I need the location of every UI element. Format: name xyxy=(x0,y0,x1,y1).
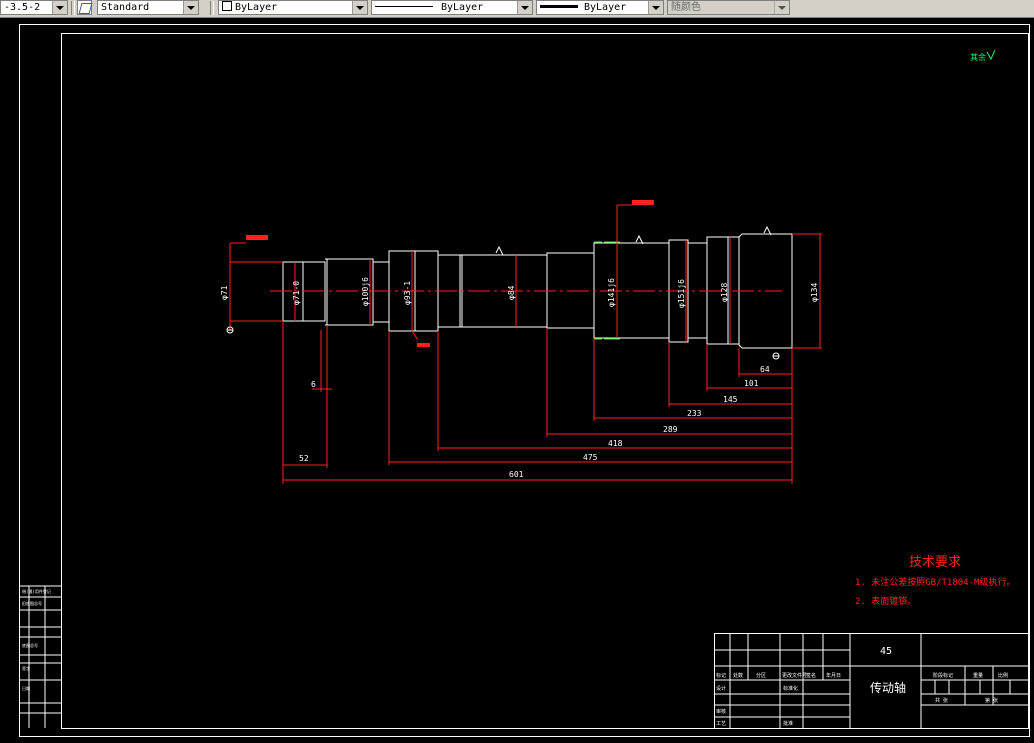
side-table xyxy=(19,585,61,728)
roughness-note: 其余 xyxy=(970,52,986,62)
lineweight-preview-icon xyxy=(540,5,578,8)
toolbar-separator xyxy=(71,1,75,15)
textstyle-value: Standard xyxy=(101,2,150,13)
tb-label: 共 张 xyxy=(935,697,948,704)
linetype-select[interactable]: ByLayer xyxy=(371,0,533,15)
side-label: 旧底图总号 xyxy=(22,600,42,606)
tech-requirement-item: 1. 未注公差按照GB/T1804-M级执行。 xyxy=(855,576,1015,588)
length-dimensions xyxy=(282,321,793,484)
diameter-label: φ71-0 xyxy=(292,281,301,305)
length-label: 64 xyxy=(760,365,770,374)
diameter-label: φ84 xyxy=(507,285,516,300)
tb-label: 处数 xyxy=(733,672,743,679)
tb-label: 更改文件号 xyxy=(782,672,807,679)
outer-frame xyxy=(19,24,1030,737)
dimstyle-select[interactable]: -3.5-2 xyxy=(0,0,68,15)
tb-label: 签名 xyxy=(806,672,816,679)
length-label: 475 xyxy=(583,453,598,462)
diameter-label: φ93-1 xyxy=(403,281,412,305)
plotstyle-select[interactable]: 随颜色 xyxy=(667,0,790,15)
length-label: 289 xyxy=(663,425,678,434)
diameter-label: φ141j6 xyxy=(607,278,616,307)
roughness-symbol-icon xyxy=(986,49,996,61)
diameter-label: φ151j6 xyxy=(677,279,686,308)
tb-label: 第 张 xyxy=(985,697,998,704)
chevron-down-icon[interactable] xyxy=(648,1,663,14)
tb-label: 审核 xyxy=(716,708,726,715)
side-label: 借(通)用件登记 xyxy=(22,588,51,594)
properties-toolbar: -3.5-2 Standard ByLayer ByLayer ByLayer … xyxy=(0,0,1034,18)
tb-label: 标准化 xyxy=(783,685,798,692)
length-label: 601 xyxy=(509,470,524,479)
tolerance-tags xyxy=(246,200,654,347)
lineweight-select[interactable]: ByLayer xyxy=(536,0,664,15)
tb-label: 比例 xyxy=(998,672,1008,679)
chevron-down-icon[interactable] xyxy=(352,1,367,14)
tb-label: 设计 xyxy=(716,685,726,692)
tb-label: 工艺 xyxy=(716,721,726,727)
model-space-canvas[interactable]: 借(通)用件登记 旧底图总号 底图总号 签字 日期 其余 φ71 φ71-0 φ… xyxy=(0,17,1034,739)
drawing-svg: 借(通)用件登记 旧底图总号 底图总号 签字 日期 其余 φ71 φ71-0 φ… xyxy=(19,24,1030,737)
inner-frame xyxy=(61,33,1029,729)
diameter-label: φ71 xyxy=(220,285,229,300)
tb-label: 标记 xyxy=(716,672,726,679)
part-name: 传动轴 xyxy=(870,680,906,695)
chevron-down-icon[interactable] xyxy=(183,1,198,14)
side-label: 底图总号 xyxy=(22,642,38,648)
tb-label: 年月日 xyxy=(826,672,841,679)
tb-label: 阶段标记 xyxy=(933,672,953,679)
diameter-label: φ128 xyxy=(720,283,729,302)
tb-label: 批准 xyxy=(783,720,793,727)
length-label: 101 xyxy=(744,379,759,388)
length-label: 52 xyxy=(299,454,309,463)
layer-select[interactable]: ByLayer xyxy=(218,0,368,15)
plotstyle-value: 随颜色 xyxy=(671,2,701,13)
datum-markers xyxy=(226,326,780,360)
diameter-label: φ134 xyxy=(810,283,819,302)
layer-value: ByLayer xyxy=(235,2,278,13)
length-label: 145 xyxy=(723,395,738,404)
textstyle-select[interactable]: Standard xyxy=(97,0,199,15)
linetype-value: ByLayer xyxy=(441,2,484,13)
length-label: 6 xyxy=(311,380,316,389)
tb-label: 重量 xyxy=(973,672,983,679)
chevron-down-icon[interactable] xyxy=(517,1,532,14)
chevron-down-icon[interactable] xyxy=(52,1,67,14)
chevron-down-icon[interactable] xyxy=(774,1,789,14)
length-label: 233 xyxy=(687,409,702,418)
textstyle-icon[interactable] xyxy=(77,0,93,15)
length-label: 418 xyxy=(608,439,623,448)
tech-requirements-title: 技术要求 xyxy=(909,555,961,570)
material-label: 45 xyxy=(880,646,892,657)
linetype-preview-icon xyxy=(375,6,433,7)
tb-label: 分区 xyxy=(756,672,766,679)
lineweight-value: ByLayer xyxy=(584,2,627,13)
color-swatch-icon xyxy=(222,1,232,11)
tech-requirement-item: 2. 表面镀铬。 xyxy=(855,595,916,607)
toolbar-separator xyxy=(210,1,214,15)
dimstyle-value: -3.5-2 xyxy=(4,2,41,13)
diameter-label: φ100j6 xyxy=(361,277,370,306)
side-label: 签字 xyxy=(22,665,30,671)
side-label: 日期 xyxy=(22,685,30,691)
